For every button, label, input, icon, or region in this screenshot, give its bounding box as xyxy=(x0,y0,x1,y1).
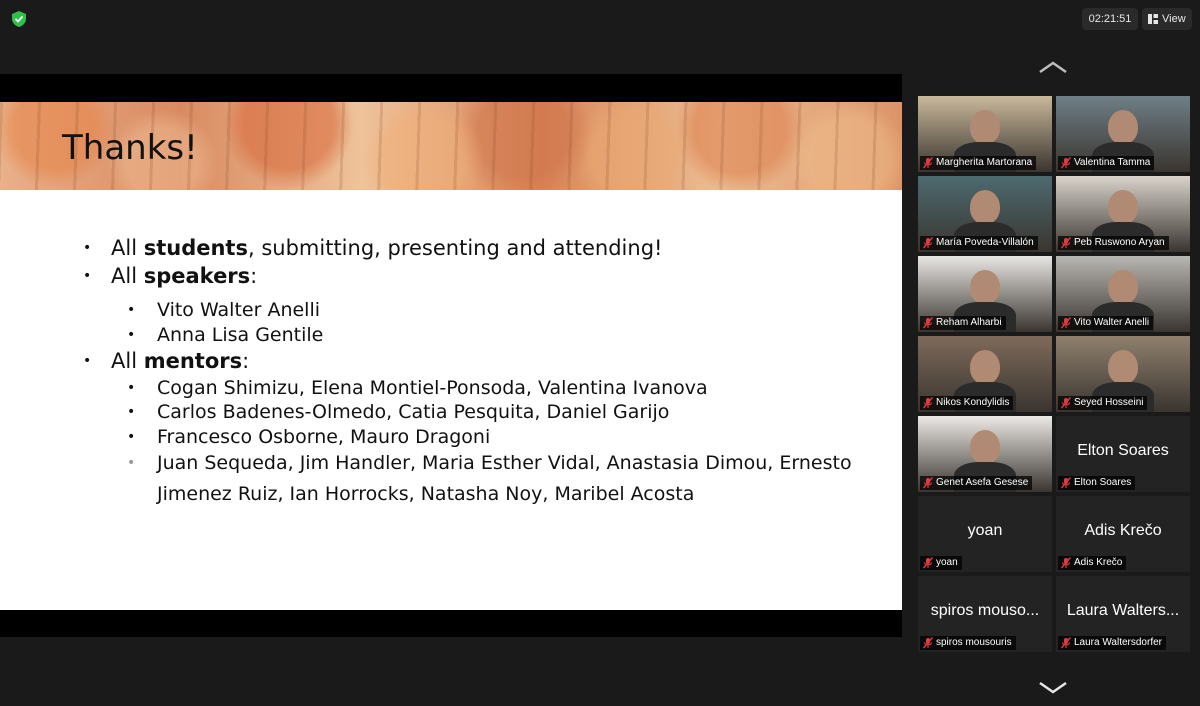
participant-tile[interactable]: yoan yoan xyxy=(918,496,1052,572)
participant-name: Margherita Martorana xyxy=(936,157,1033,168)
speaker-item: • Vito Walter Anelli xyxy=(127,299,321,321)
shared-screen: Thanks! • All students, submitting, prese… xyxy=(0,74,902,637)
view-grid-icon xyxy=(1148,14,1158,24)
mentor-item: • Juan Sequeda, Jim Handler, Maria Esther… xyxy=(127,452,852,474)
participant-name: Peb Ruswono Aryan xyxy=(1074,237,1165,248)
participant-name-tag: Margherita Martorana xyxy=(920,156,1037,170)
mic-muted-icon xyxy=(923,637,933,649)
participant-name-tag: Elton Soares xyxy=(1058,476,1136,490)
participant-name: Elton Soares xyxy=(1074,477,1132,488)
meeting-timer: 02:21:51 xyxy=(1082,8,1138,30)
mic-muted-icon xyxy=(923,157,933,169)
mic-muted-icon xyxy=(1061,477,1071,489)
participant-display-name: Adis Krečo xyxy=(1084,522,1162,539)
participant-name: Nikos Kondylidis xyxy=(936,397,1010,408)
mic-muted-icon xyxy=(1061,637,1071,649)
participant-name: Reham Alharbi xyxy=(936,317,1002,328)
participant-tile[interactable]: Peb Ruswono Aryan xyxy=(1056,176,1190,252)
mic-muted-icon xyxy=(923,397,933,409)
scroll-up-chevron-icon[interactable] xyxy=(1038,60,1068,74)
mic-muted-icon xyxy=(1061,237,1071,249)
presentation-slide: Thanks! • All students, submitting, prese… xyxy=(0,102,902,610)
participant-name: Vito Walter Anelli xyxy=(1074,317,1150,328)
participant-tile[interactable]: Genet Asefa Gesese xyxy=(918,416,1052,492)
participant-display-name: Elton Soares xyxy=(1077,442,1169,459)
participant-tile[interactable]: spiros mouso... spiros mousouris xyxy=(918,576,1052,652)
participant-name: Adis Krečo xyxy=(1074,557,1123,568)
participant-tile[interactable]: Laura Walters... Laura Waltersdorfer xyxy=(1056,576,1190,652)
view-button[interactable]: View xyxy=(1142,8,1192,30)
participant-tile[interactable]: María Poveda-Villalón xyxy=(918,176,1052,252)
participant-name-tag: Valentina Tamma xyxy=(1058,156,1155,170)
participant-name-tag: Laura Waltersdorfer xyxy=(1058,636,1166,650)
bullet-speakers: • All speakers: xyxy=(83,264,258,288)
participant-name-tag: yoan xyxy=(920,556,962,570)
participant-tile[interactable]: Valentina Tamma xyxy=(1056,96,1190,172)
participant-tile[interactable]: Nikos Kondylidis xyxy=(918,336,1052,412)
shield-check-icon[interactable] xyxy=(10,10,28,28)
participant-display-name: yoan xyxy=(967,522,1003,539)
participant-name-tag: Vito Walter Anelli xyxy=(1058,316,1154,330)
participant-tile[interactable]: Reham Alharbi xyxy=(918,256,1052,332)
slide-title: Thanks! xyxy=(62,128,198,168)
participant-name: Seyed Hosseini xyxy=(1074,397,1144,408)
participant-display-name: spiros mouso... xyxy=(930,602,1040,619)
participant-name: Laura Waltersdorfer xyxy=(1074,637,1162,648)
mentor-item: • Francesco Osborne, Mauro Dragoni xyxy=(127,426,491,448)
mic-muted-icon xyxy=(1061,157,1071,169)
speaker-item: • Anna Lisa Gentile xyxy=(127,324,324,346)
participant-name-tag: María Poveda-Villalón xyxy=(920,236,1038,250)
participant-name-tag: Genet Asefa Gesese xyxy=(920,476,1033,490)
mic-muted-icon xyxy=(1061,557,1071,569)
mic-muted-icon xyxy=(923,317,933,329)
participant-name: yoan xyxy=(936,557,958,568)
mic-muted-icon xyxy=(923,477,933,489)
bullet-mentors: • All mentors: xyxy=(83,349,250,373)
mentor-item-continuation: Jimenez Ruiz, Ian Horrocks, Natasha Noy,… xyxy=(157,483,695,505)
participant-name: spiros mousouris xyxy=(936,637,1012,648)
scroll-down-chevron-icon[interactable] xyxy=(1038,681,1068,695)
mic-muted-icon xyxy=(923,557,933,569)
mic-muted-icon xyxy=(1061,397,1071,409)
participant-tile[interactable]: Elton Soares Elton Soares xyxy=(1056,416,1190,492)
view-button-label: View xyxy=(1162,13,1186,25)
participant-name: María Poveda-Villalón xyxy=(936,237,1034,248)
participant-display-name: Laura Walters... xyxy=(1066,602,1180,619)
participant-tile[interactable]: Adis Krečo Adis Krečo xyxy=(1056,496,1190,572)
mic-muted-icon xyxy=(923,237,933,249)
participant-name: Valentina Tamma xyxy=(1074,157,1151,168)
participant-name-tag: Reham Alharbi xyxy=(920,316,1006,330)
participant-name-tag: Adis Krečo xyxy=(1058,556,1127,570)
mentor-item: • Carlos Badenes-Olmedo, Catia Pesquita, … xyxy=(127,401,670,423)
participant-name-tag: spiros mousouris xyxy=(920,636,1016,650)
bullet-students: • All students, submitting, presenting an… xyxy=(83,236,663,260)
participant-name-tag: Nikos Kondylidis xyxy=(920,396,1014,410)
participant-tile[interactable]: Vito Walter Anelli xyxy=(1056,256,1190,332)
participant-tile[interactable]: Margherita Martorana xyxy=(918,96,1052,172)
mic-muted-icon xyxy=(1061,317,1071,329)
participant-name-tag: Seyed Hosseini xyxy=(1058,396,1148,410)
participant-name-tag: Peb Ruswono Aryan xyxy=(1058,236,1169,250)
participant-tile[interactable]: Seyed Hosseini xyxy=(1056,336,1190,412)
mentor-item: • Cogan Shimizu, Elena Montiel-Ponsoda, V… xyxy=(127,377,708,399)
participant-name: Genet Asefa Gesese xyxy=(936,477,1029,488)
